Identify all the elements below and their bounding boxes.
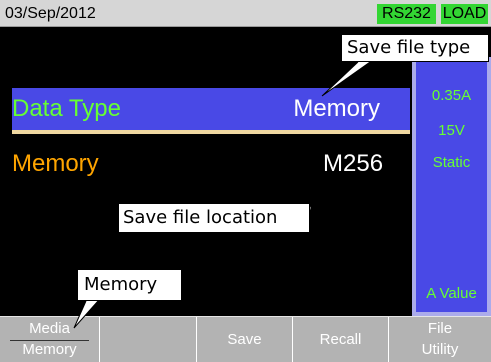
recall-softkey[interactable]: Recall	[293, 317, 389, 362]
file-utility-softkey[interactable]: File Utility	[389, 317, 491, 362]
media-softkey-label: Media	[29, 320, 70, 337]
load-mode-badge: LOAD	[441, 4, 488, 24]
settings-panel: Data Type Memory Memory M256	[0, 27, 412, 316]
interface-badge: RS232	[377, 4, 436, 24]
voltage-readout: 15V	[438, 122, 465, 139]
data-type-row[interactable]: Data Type Memory	[12, 88, 410, 134]
current-readout: 0.35A	[431, 87, 472, 104]
memory-label: Memory	[12, 150, 99, 177]
operation-mode: Static	[432, 154, 471, 171]
data-type-label: Data Type	[12, 95, 121, 122]
file-utility-line1: File	[427, 320, 453, 337]
file-utility-line2: Utility	[421, 341, 459, 358]
memory-value[interactable]: M256	[323, 150, 383, 178]
callout-save-file-location: Save file location	[118, 203, 310, 233]
recall-softkey-label: Recall	[319, 331, 362, 348]
media-softkey-value: Memory	[22, 341, 77, 358]
value-unit: A Value	[426, 285, 477, 302]
media-softkey[interactable]: Media Memory	[0, 317, 100, 362]
callout-save-file-type: Save file type	[341, 34, 489, 62]
status-bar: 03/Sep/2012 RS232 LOAD	[0, 0, 491, 27]
save-softkey[interactable]: Save	[197, 317, 293, 362]
data-type-value: Memory	[293, 95, 380, 122]
softkey-bar: Media Memory Save Recall File Utility	[0, 316, 491, 362]
callout-memory: Memory	[77, 269, 182, 301]
blank-softkey[interactable]	[100, 317, 197, 362]
save-softkey-label: Save	[227, 331, 262, 348]
status-side-panel: 0.35A 15V Static A Value	[412, 57, 491, 316]
status-side-panel-inner: 0.35A 15V Static A Value	[416, 61, 487, 312]
date-display: 03/Sep/2012	[5, 5, 96, 22]
